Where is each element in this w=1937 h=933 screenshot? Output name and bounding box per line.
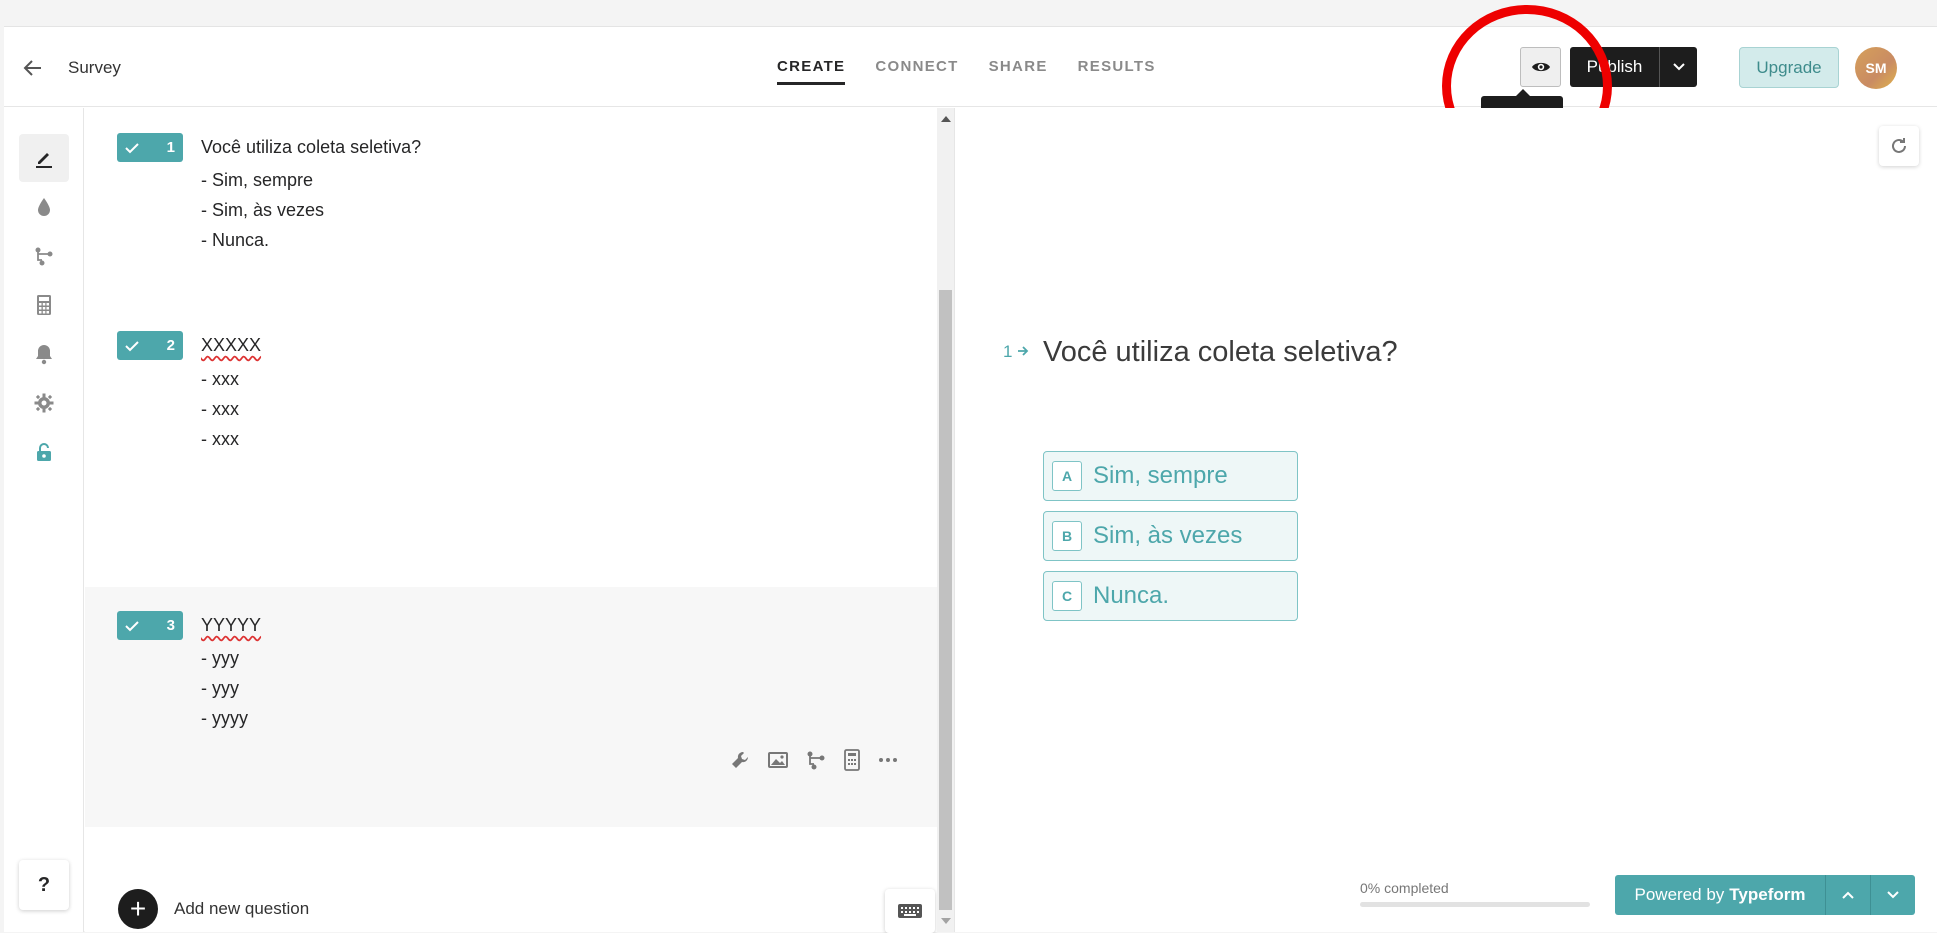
eye-icon [1531, 62, 1550, 72]
sidebar-item-calculator[interactable] [19, 281, 69, 329]
choice-key: C [1052, 581, 1082, 611]
tab-results[interactable]: RESULTS [1078, 58, 1156, 85]
add-question-label: Add new question [174, 899, 310, 918]
powered-by-bar: Powered by Typeform [1615, 875, 1915, 915]
preview-question-number: 1 [1003, 342, 1029, 362]
preview-choice-c[interactable]: C Nunca. [1043, 571, 1298, 621]
sidebar: ? [4, 108, 84, 932]
check-icon [125, 142, 139, 153]
choice-label: Nunca. [1093, 582, 1170, 609]
publish-group: Publish [1570, 47, 1697, 87]
chevron-down-icon [1887, 891, 1899, 899]
back-arrow-icon[interactable] [22, 57, 44, 79]
lock-icon [37, 443, 51, 461]
question-block-1[interactable]: 1 Você utiliza coleta seletiva? - Sim, s… [85, 108, 937, 308]
upgrade-button[interactable]: Upgrade [1739, 47, 1839, 88]
sidebar-item-content[interactable] [19, 134, 69, 182]
question-toolbar [729, 749, 899, 771]
question-number: 2 [166, 337, 175, 354]
add-question-button[interactable]: + Add new question [118, 889, 309, 929]
bell-icon [36, 345, 52, 365]
question-title[interactable]: Você utiliza coleta seletiva? [201, 137, 421, 158]
question-options: - xxx - xxx - xxx [201, 364, 239, 454]
tab-share[interactable]: SHARE [989, 58, 1048, 85]
refresh-icon [1892, 138, 1906, 153]
question-editor: 1 Você utiliza coleta seletiva? - Sim, s… [85, 108, 937, 933]
next-question-button[interactable] [1870, 875, 1915, 915]
scroll-thumb[interactable] [939, 290, 952, 910]
sidebar-item-settings[interactable] [19, 379, 69, 427]
question-badge[interactable]: 2 [117, 331, 183, 360]
preview-button[interactable] [1520, 47, 1561, 87]
question-badge[interactable]: 3 [117, 611, 183, 640]
main-tabs: CREATE CONNECT SHARE RESULTS [777, 58, 1156, 85]
chevron-up-icon [1842, 891, 1854, 899]
preview-choice-a[interactable]: A Sim, sempre [1043, 451, 1298, 501]
keyboard-icon [898, 904, 922, 918]
publish-button[interactable]: Publish [1570, 47, 1659, 87]
tab-create[interactable]: CREATE [777, 58, 846, 85]
option-line[interactable]: - xxx [201, 394, 239, 424]
choice-key: A [1052, 461, 1082, 491]
progress-bar [1360, 902, 1590, 907]
form-preview: 1 Você utiliza coleta seletiva? A Sim, s… [954, 108, 1937, 932]
preview-choice-b[interactable]: B Sim, às vezes [1043, 511, 1298, 561]
option-line[interactable]: - xxx [201, 424, 239, 454]
progress-indicator: 0% completed [1360, 880, 1590, 907]
arrow-right-icon [1018, 346, 1029, 356]
question-block-3[interactable]: 3 YYYYY - yyy - yyy - yyyy [85, 587, 937, 827]
choice-label: Sim, às vezes [1093, 522, 1243, 549]
form-title[interactable]: Survey [68, 58, 121, 78]
powered-by-typeform-link[interactable]: Powered by Typeform [1615, 875, 1825, 915]
plus-icon: + [118, 889, 158, 929]
drop-icon [38, 198, 50, 216]
option-line[interactable]: - yyy [201, 673, 248, 703]
logic-icon[interactable] [805, 749, 827, 771]
progress-text: 0% completed [1360, 880, 1449, 896]
pencil-icon [36, 153, 52, 168]
option-line[interactable]: - yyyy [201, 703, 248, 733]
choice-label: Sim, sempre [1093, 462, 1228, 489]
image-icon[interactable] [767, 749, 789, 771]
question-title[interactable]: YYYYY [201, 615, 261, 636]
preview-question-title: Você utiliza coleta seletiva? [1043, 336, 1398, 368]
check-icon [125, 340, 139, 351]
question-number: 3 [166, 617, 175, 634]
check-icon [125, 620, 139, 631]
top-bar: Survey CREATE CONNECT SHARE RESULTS Prev… [4, 5, 1937, 167]
publish-dropdown-button[interactable] [1659, 47, 1697, 87]
more-icon[interactable] [877, 749, 899, 771]
gear-icon [34, 393, 54, 413]
option-line[interactable]: - Nunca. [201, 225, 324, 255]
keyboard-shortcuts-button[interactable] [885, 889, 935, 933]
editor-scrollbar[interactable] [937, 108, 954, 932]
app-window: Survey CREATE CONNECT SHARE RESULTS Prev… [4, 5, 1937, 933]
question-options: - yyy - yyy - yyyy [201, 643, 248, 733]
wrench-icon[interactable] [729, 749, 751, 771]
tab-connect[interactable]: CONNECT [875, 58, 958, 85]
option-line[interactable]: - Sim, às vezes [201, 195, 324, 225]
sidebar-item-design[interactable] [19, 183, 69, 231]
sidebar-item-notifications[interactable] [19, 330, 69, 378]
user-avatar[interactable]: SM [1855, 47, 1897, 89]
logic-icon [35, 247, 53, 266]
calculator-icon[interactable] [843, 749, 861, 771]
sidebar-item-access[interactable] [19, 428, 69, 476]
help-button[interactable]: ? [19, 860, 69, 910]
chevron-down-icon [1672, 63, 1685, 71]
question-badge[interactable]: 1 [117, 133, 183, 162]
option-line[interactable]: - xxx [201, 364, 239, 394]
question-title[interactable]: XXXXX [201, 335, 261, 356]
previous-question-button[interactable] [1825, 875, 1870, 915]
calculator-icon [37, 295, 51, 315]
question-number: 1 [166, 139, 175, 156]
scroll-up-arrow[interactable] [941, 116, 951, 122]
question-options: - Sim, sempre - Sim, às vezes - Nunca. [201, 165, 324, 255]
sidebar-item-logic[interactable] [19, 232, 69, 280]
choice-key: B [1052, 521, 1082, 551]
scroll-down-arrow[interactable] [941, 918, 951, 924]
refresh-preview-button[interactable] [1879, 126, 1919, 166]
option-line[interactable]: - yyy [201, 643, 248, 673]
option-line[interactable]: - Sim, sempre [201, 165, 324, 195]
